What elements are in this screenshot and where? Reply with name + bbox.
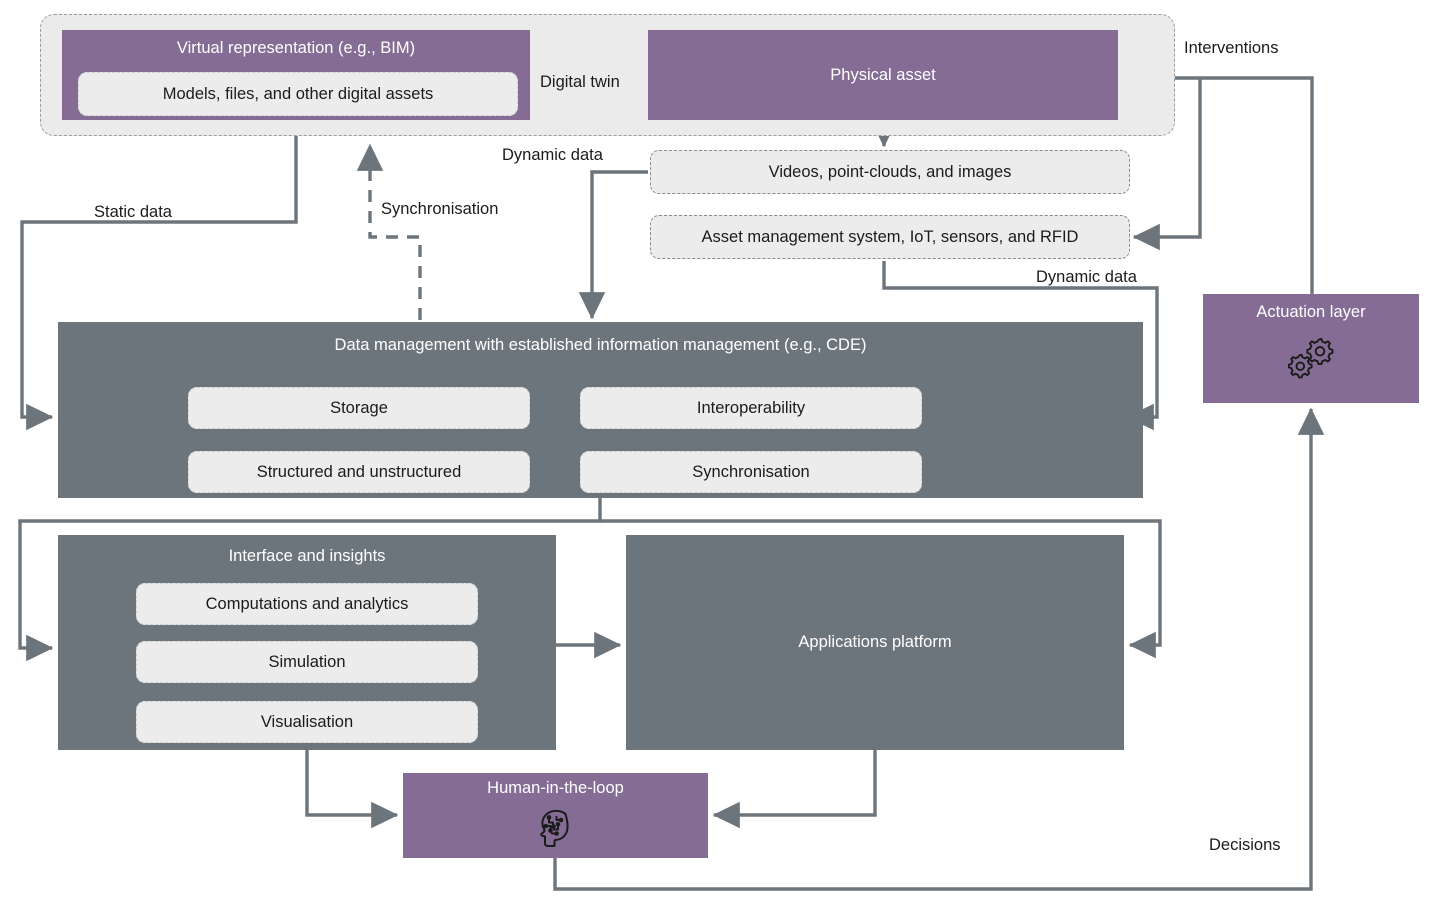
asset-management-system-label: Asset management system, IoT, sensors, a… [701,227,1079,246]
label-dynamic-data-top: Dynamic data [502,146,603,164]
models-files-assets-item[interactable]: Models, files, and other digital assets [78,72,518,116]
interface-item-simulation-label: Simulation [268,652,346,671]
label-decisions: Decisions [1209,836,1281,854]
physical-asset-title: Physical asset [830,65,936,84]
human-in-the-loop-title: Human-in-the-loop [487,779,624,797]
label-static-data: Static data [94,203,172,221]
data-management-item-storage-label: Storage [330,398,388,417]
data-management-item-structured[interactable]: Structured and unstructured [188,451,530,493]
wire-dynamic-data-top [578,170,648,320]
label-interventions: Interventions [1184,39,1279,57]
interface-item-simulation[interactable]: Simulation [136,641,478,683]
gears-icon [1203,330,1419,382]
virtual-representation-title: Virtual representation (e.g., BIM) [176,39,416,57]
label-dynamic-data-bottom: Dynamic data [1036,268,1137,286]
data-management-item-structured-label: Structured and unstructured [256,462,462,481]
data-management-item-interoperability-label: Interoperability [696,398,806,417]
videos-point-clouds-images-label: Videos, point-clouds, and images [768,162,1012,181]
digital-twin-label: Digital twin [540,73,620,91]
asset-management-system-box[interactable]: Asset management system, IoT, sensors, a… [650,215,1130,259]
interface-item-computations[interactable]: Computations and analytics [136,583,478,625]
applications-platform-box[interactable]: Applications platform [626,535,1124,750]
wire-synchronisation [356,143,422,320]
interface-item-computations-label: Computations and analytics [205,594,409,613]
videos-point-clouds-images-box[interactable]: Videos, point-clouds, and images [650,150,1130,194]
data-management-item-synchronisation-label: Synchronisation [692,462,810,481]
wire-interface-to-human [305,750,399,829]
data-management-item-synchronisation[interactable]: Synchronisation [580,451,922,493]
data-management-item-storage[interactable]: Storage [188,387,530,429]
interface-and-insights-title: Interface and insights [228,547,386,565]
wire-apps-to-human [712,750,877,829]
physical-asset-box[interactable]: Physical asset [648,30,1118,120]
actuation-layer-title: Actuation layer [1256,303,1366,321]
interface-item-visualisation[interactable]: Visualisation [136,701,478,743]
diagram-canvas: Virtual representation (e.g., BIM) Model… [0,0,1434,906]
applications-platform-title: Applications platform [798,633,952,651]
models-files-assets-label: Models, files, and other digital assets [162,84,434,103]
label-synchronisation: Synchronisation [381,200,499,218]
data-management-item-interoperability[interactable]: Interoperability [580,387,922,429]
head-circuit-icon [403,805,708,853]
actuation-layer-box[interactable]: Actuation layer [1203,294,1419,403]
human-in-the-loop-box[interactable]: Human-in-the-loop [403,773,708,858]
interface-item-visualisation-label: Visualisation [260,712,354,731]
data-management-title: Data management with established informa… [334,336,867,354]
